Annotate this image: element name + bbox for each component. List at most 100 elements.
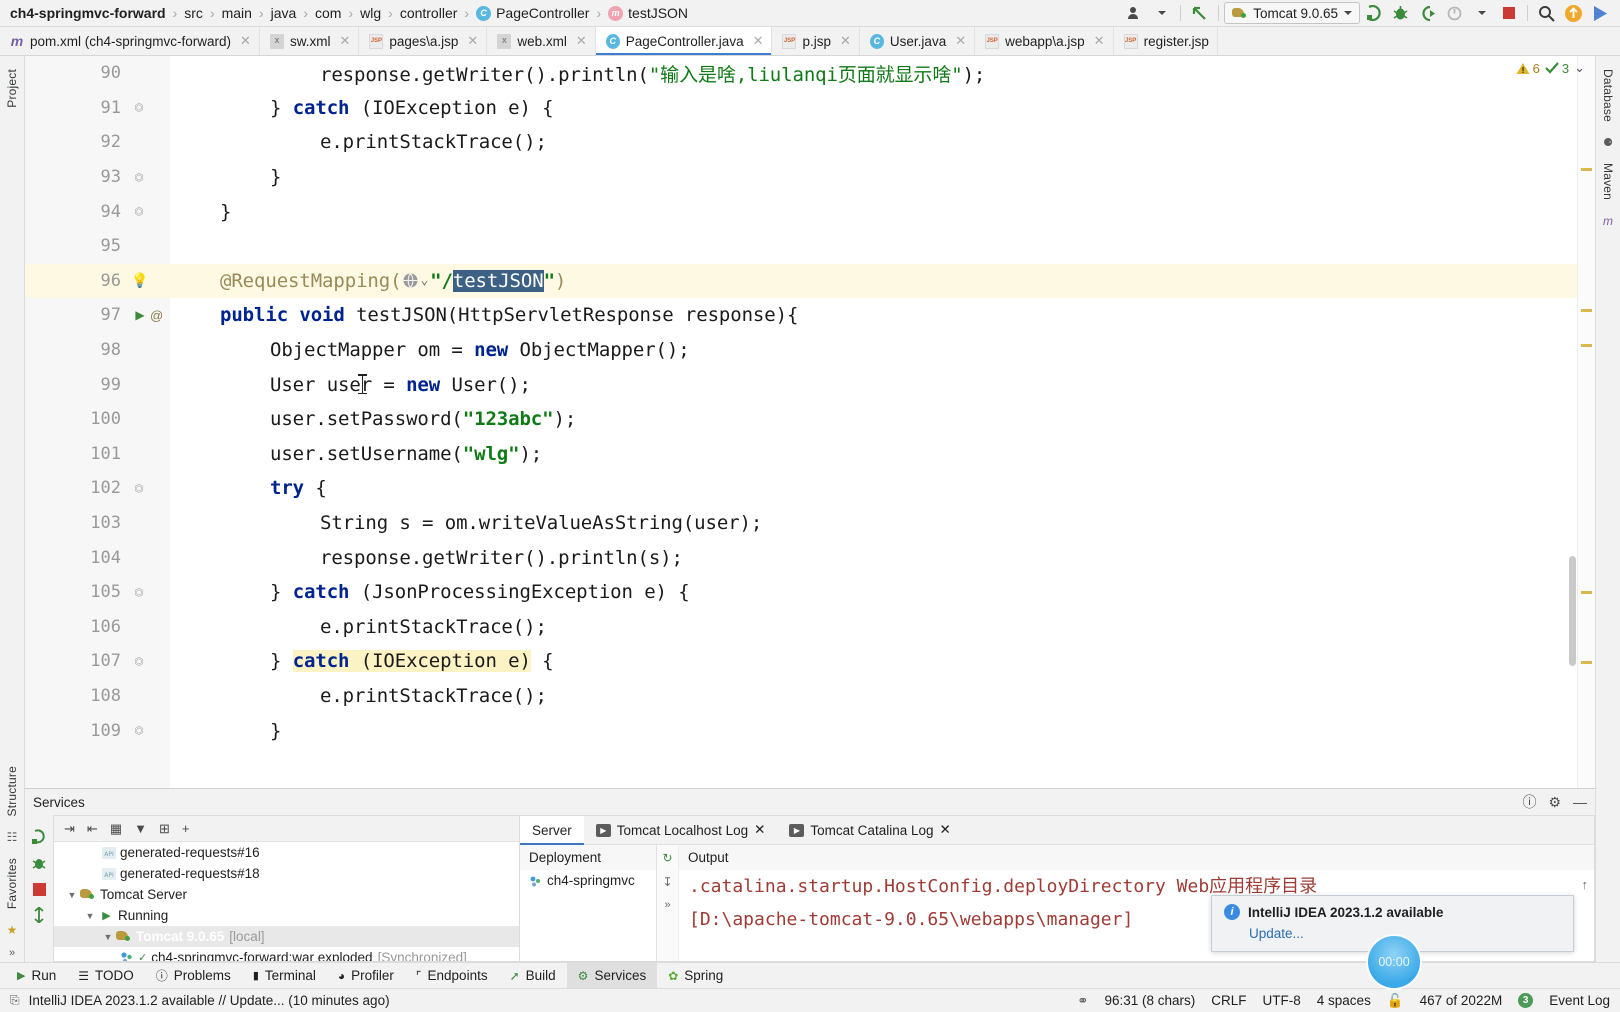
redeploy-icon[interactable]	[31, 907, 47, 923]
code-line-96[interactable]: @RequestMapping( ⌄ "/testJSON ")	[170, 263, 1595, 299]
search-icon[interactable]	[1533, 1, 1560, 25]
code-line-106[interactable]: e.printStackTrace();	[170, 610, 1595, 645]
account-icon[interactable]	[1121, 1, 1148, 25]
breadcrumb-item-controller[interactable]: controller	[398, 5, 460, 21]
code-line-91[interactable]: } catch (IOException e) {	[170, 91, 1595, 126]
breadcrumb-item-src[interactable]: src	[182, 5, 205, 21]
editor-tab-sw-xml[interactable]: X sw.xml ✕	[260, 27, 360, 55]
breadcrumb-item-project[interactable]: ch4-springmvc-forward	[8, 5, 168, 21]
fold-marker[interactable]: ⏣	[130, 482, 148, 495]
close-icon[interactable]: ✕	[339, 33, 350, 49]
line-separator[interactable]: CRLF	[1211, 993, 1246, 1008]
lock-icon[interactable]: 🔓	[1387, 993, 1404, 1009]
sidebar-item-database[interactable]: Database	[1598, 62, 1618, 129]
expand-rail-icon[interactable]: »	[3, 943, 22, 962]
code-line-92[interactable]: e.printStackTrace();	[170, 125, 1595, 160]
chevron-down-icon[interactable]: ▼	[82, 911, 98, 921]
code-line-101[interactable]: user.setUsername("wlg");	[170, 437, 1595, 472]
close-icon[interactable]: ✕	[1094, 33, 1105, 49]
editor-scrollbar-thumb[interactable]	[1569, 556, 1576, 666]
chevron-down-icon[interactable]: ▼	[100, 932, 116, 942]
fold-marker[interactable]: ⏣	[130, 655, 148, 668]
run-configuration-selector[interactable]: Tomcat 9.0.65	[1224, 2, 1360, 24]
run-method-icon[interactable]: ▶	[130, 308, 150, 322]
fold-marker[interactable]: ⏣	[130, 101, 148, 114]
profiler-icon[interactable]	[1441, 1, 1468, 25]
stop-icon[interactable]	[1495, 1, 1522, 25]
editor-tab-webapp-a-jsp[interactable]: JSP webapp\a.jsp ✕	[975, 27, 1114, 55]
collapse-icon[interactable]: ⌄	[1574, 60, 1585, 76]
passed-count[interactable]: 3	[1545, 61, 1569, 76]
fold-marker[interactable]: ⏣	[130, 586, 148, 599]
breadcrumb-item-com[interactable]: com	[313, 5, 343, 21]
close-icon[interactable]: ✕	[240, 33, 251, 49]
minimize-icon[interactable]: —	[1573, 794, 1587, 810]
code-line-95[interactable]	[170, 229, 1595, 264]
deployment-item[interactable]: ch4-springmvc	[520, 870, 656, 891]
collapse-all-icon[interactable]: ⇤	[87, 821, 98, 837]
chevron-down-icon[interactable]: ▼	[64, 890, 80, 900]
code-line-99[interactable]: User user = new User();	[170, 367, 1595, 402]
code-line-108[interactable]: e.printStackTrace();	[170, 679, 1595, 714]
services-tree[interactable]: API generated-requests#16 API generated-…	[54, 842, 519, 961]
code-line-100[interactable]: user.setPassword("123abc");	[170, 402, 1595, 437]
tree-row[interactable]: ▼ Tomcat Server	[54, 884, 519, 905]
tree-row[interactable]: API generated-requests#18	[54, 863, 519, 884]
inspection-marker[interactable]	[1581, 661, 1592, 664]
tool-window-endpoints[interactable]: ⌜ Endpoints	[405, 963, 499, 989]
code-line-102[interactable]: try {	[170, 471, 1595, 506]
chevron-down-icon[interactable]	[1468, 1, 1495, 25]
sidebar-item-project[interactable]: Project	[2, 62, 22, 115]
git-branch-icon[interactable]: ⚭	[1077, 993, 1088, 1009]
tool-window-terminal[interactable]: ▮ Terminal	[242, 963, 327, 989]
inspection-marker[interactable]	[1581, 168, 1592, 171]
caret-position[interactable]: 96:31 (8 chars)	[1104, 993, 1195, 1008]
code-line-105[interactable]: } catch (JsonProcessingException e) {	[170, 575, 1595, 610]
close-icon[interactable]: ✕	[467, 33, 478, 49]
expand-all-icon[interactable]: ⇥	[64, 821, 75, 837]
scroll-up-icon[interactable]: ↑	[1582, 877, 1589, 892]
coverage-icon[interactable]	[1414, 1, 1441, 25]
code-text-area[interactable]: response.getWriter().println("输入是啥,liula…	[170, 56, 1595, 788]
run-icon[interactable]	[1360, 1, 1387, 25]
code-line-97[interactable]: public void testJSON(HttpServletResponse…	[170, 298, 1595, 333]
services-tab-tomcat-catalina-log[interactable]: ▶ Tomcat Catalina Log ✕	[777, 816, 962, 844]
inspection-marker[interactable]	[1581, 591, 1592, 594]
breadcrumb-item-class[interactable]: C PageController	[474, 5, 591, 21]
chevron-down-icon[interactable]: ⌄	[420, 273, 428, 288]
help-icon[interactable]: ⓘ	[1522, 792, 1536, 812]
tree-row[interactable]: ✓ ch4-springmvc-forward:war exploded [Sy…	[54, 947, 519, 961]
tool-window-problems[interactable]: ⓘ Problems	[145, 963, 242, 989]
memory-indicator[interactable]: 467 of 2022M	[1420, 993, 1503, 1008]
star-icon[interactable]: ★	[3, 920, 22, 939]
gear-icon[interactable]: ⚙	[1548, 794, 1561, 811]
arrow-up-left-icon[interactable]	[1186, 1, 1213, 25]
sidebar-item-maven[interactable]: Maven	[1598, 156, 1618, 207]
add-tab-icon[interactable]: ⊞	[159, 821, 170, 837]
tree-row[interactable]: ▼ ▶ Running	[54, 905, 519, 926]
breadcrumb-item-method[interactable]: m testJSON	[606, 5, 690, 21]
file-encoding[interactable]: UTF-8	[1263, 993, 1301, 1008]
inspection-marker-strip[interactable]	[1577, 56, 1595, 788]
tool-window-todo[interactable]: ☰ TODO	[67, 963, 145, 989]
editor-gutter[interactable]: 90 91 ⏣ 92 93 ⏣ 94 ⏣ 95 96 💡 97 ▶ @ 98 99 100 …	[25, 56, 170, 788]
code-line-109[interactable]: }	[170, 713, 1595, 748]
warning-count[interactable]: 6	[1516, 61, 1540, 76]
intention-bulb-icon[interactable]: 💡	[130, 272, 150, 289]
close-icon[interactable]: ✕	[955, 33, 966, 49]
tool-window-build[interactable]: ➚ Build	[499, 963, 567, 989]
editor-tab-pagecontroller-java[interactable]: C PageController.java ✕	[595, 27, 773, 55]
stop-icon[interactable]	[32, 883, 46, 896]
assistant-icon[interactable]	[1587, 1, 1614, 25]
rerun-icon[interactable]: ↻	[662, 851, 672, 865]
services-tree-panel[interactable]: ⇥ ⇤ ▦ ▼ ⊞ + API generated-requests#16 AP…	[53, 815, 520, 962]
add-icon[interactable]: +	[182, 821, 190, 836]
editor-tab-user-java[interactable]: C User.java ✕	[860, 27, 976, 55]
status-message[interactable]: IntelliJ IDEA 2023.1.2 available // Upda…	[29, 993, 390, 1008]
sidebar-item-favorites[interactable]: Favorites	[2, 851, 22, 916]
code-line-94[interactable]: }	[170, 194, 1595, 229]
close-icon[interactable]: ✕	[753, 33, 764, 49]
database-icon[interactable]: ⚈	[1599, 133, 1618, 152]
code-line-103[interactable]: String s = om.writeValueAsString(user);	[170, 506, 1595, 541]
services-tab-server[interactable]: Server	[520, 816, 584, 845]
